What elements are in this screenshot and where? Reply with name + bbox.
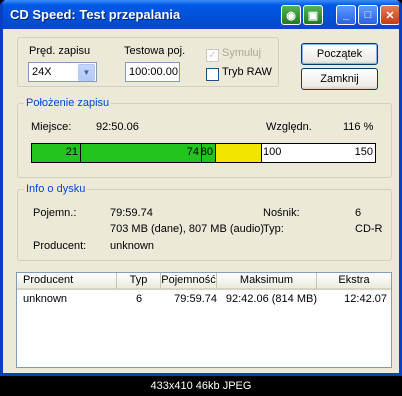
type-value: CD-R [355,223,383,235]
simulate-label: Symuluj [222,47,262,59]
settings-group: Pręd. zapisu 24X ▼ Testowa poj. 100:00.0… [17,37,279,87]
bar-yellow-segment [215,144,261,162]
cell-capacity: 79:59.74 [174,293,217,305]
test-pos-label: Testowa poj. [124,45,186,57]
raw-mode-label: Tryb RAW [222,66,272,78]
column-header-extra[interactable]: Ekstra [317,273,391,290]
capacity-value: 79:59.74 [110,207,153,219]
place-label: Miejsce: [31,121,72,133]
cell-maximum: 92:42.06 (814 MB) [225,293,317,305]
main-window: CD Speed: Test przepalania ◉ ▣ _ □ ✕ Prę… [0,0,402,376]
raw-mode-checkbox[interactable] [206,68,219,81]
title-bar[interactable]: CD Speed: Test przepalania ◉ ▣ _ □ ✕ [3,0,399,29]
save-icon[interactable]: ▣ [303,5,323,25]
cd-icon[interactable]: ◉ [281,5,301,25]
capacity-label: Pojemn.: [33,207,77,219]
write-position-group: Położenie zapisu Miejsce: 92:50.06 Wzglę… [17,97,392,178]
test-pos-input[interactable]: 100:00.00 [125,62,180,82]
disc-info-group: Info o dysku Pojemn.: 79:59.74 703 MB (d… [17,183,392,261]
capacity-detail: 703 MB (dane), 807 MB (audio) [110,223,265,235]
manufacturer-value: unknown [110,240,155,252]
start-button[interactable]: Początek [301,43,378,65]
bar-tick [261,144,262,162]
column-header-capacity[interactable]: Pojemność [161,273,217,290]
window-title: CD Speed: Test przepalania [10,7,181,22]
media-value: 6 [355,207,362,219]
bar-tick [80,144,81,162]
bar-mark-label: 100 [263,146,282,158]
check-icon: ✓ [208,49,217,61]
close-button[interactable]: Zamknij [301,68,378,90]
close-icon[interactable]: ✕ [380,5,399,25]
position-bar: 21 74 80 100 150 [31,143,376,163]
bar-mark-label: 21 [65,146,78,158]
cell-producer: unknown [23,293,68,305]
cell-extra: 12:42.07 [344,293,387,305]
bar-tick [215,144,216,162]
speed-value: 24X [32,66,52,78]
bar-mark-label: 150 [354,146,373,158]
simulate-checkbox[interactable]: ✓ [206,49,219,62]
column-header-maximum[interactable]: Maksimum [217,273,317,290]
column-header-type[interactable]: Typ [117,273,161,290]
results-table[interactable]: Producent Typ Pojemność Maksimum Ekstra … [16,272,392,368]
speed-select[interactable]: 24X ▼ [28,62,97,82]
media-label: Nośnik: [263,207,300,219]
test-pos-value: 100:00.00 [129,66,178,78]
place-value: 92:50.06 [96,121,139,133]
maximize-icon[interactable]: □ [358,5,378,25]
column-header-producer[interactable]: Producent [17,273,117,290]
bar-mark-label: 80 [200,146,213,158]
disc-info-title: Info o dysku [24,183,88,195]
cell-type: 6 [135,293,143,305]
relative-value: 116 % [343,121,374,133]
speed-label: Pręd. zapisu [29,45,91,57]
bar-mark-label: 74 [186,146,199,158]
type-label: Typ: [263,223,284,235]
manufacturer-label: Producent: [33,240,87,252]
chevron-down-icon[interactable]: ▼ [78,64,95,81]
image-info-bar: 433x410 46kb JPEG [0,376,402,396]
minimize-icon[interactable]: _ [336,5,356,25]
relative-label: Względn. [266,121,312,133]
write-position-title: Położenie zapisu [24,97,112,109]
